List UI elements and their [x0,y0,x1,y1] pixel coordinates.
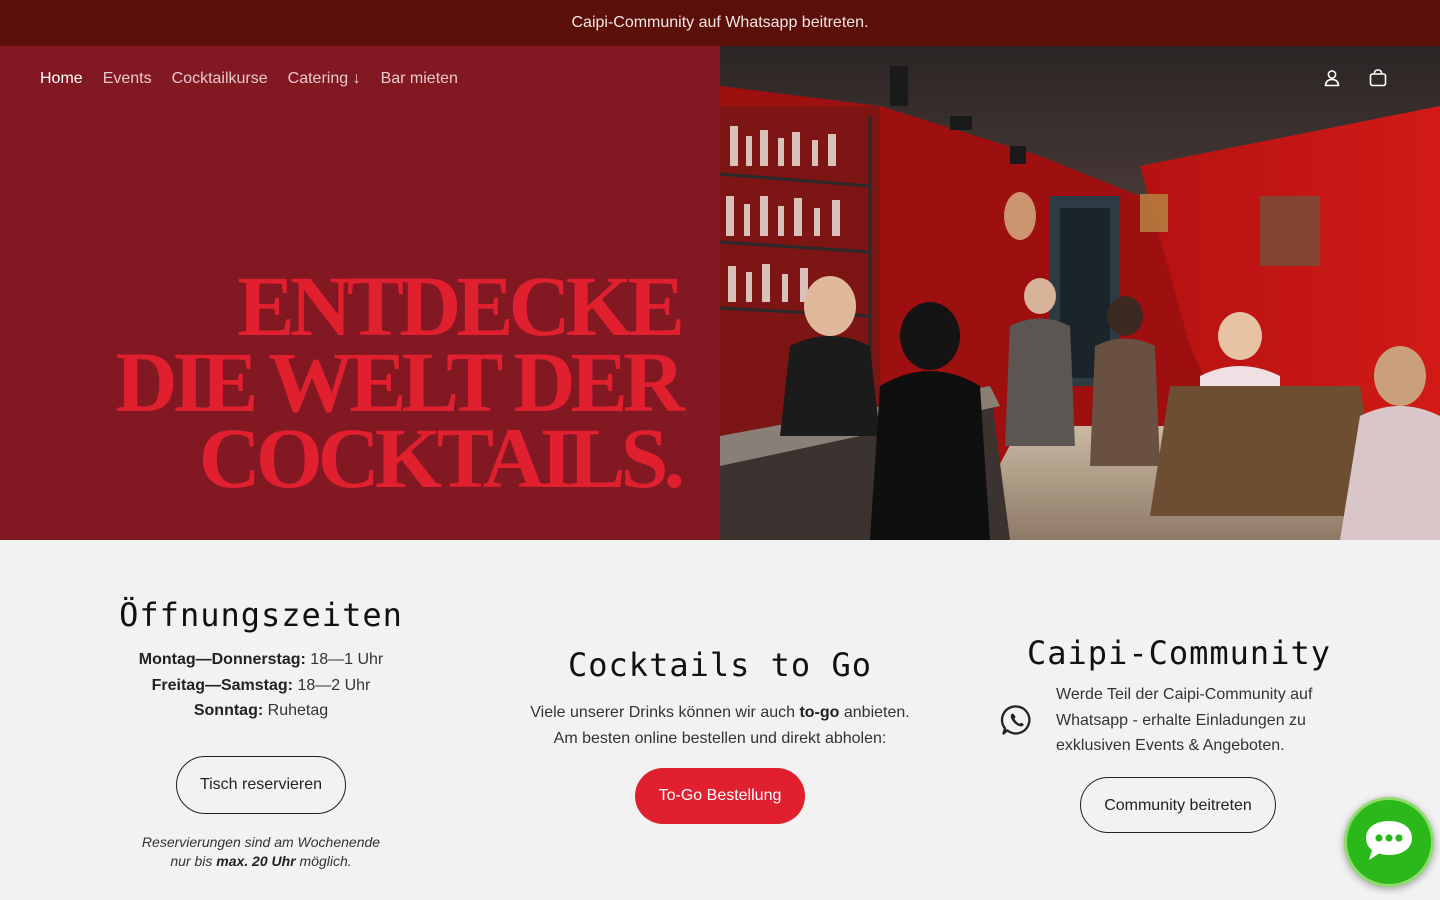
community-title: Caipi-Community [1027,634,1331,672]
reservation-note: Reservierungen sind am Wochenende nur bi… [80,833,442,871]
reserve-table-button[interactable]: Tisch reservieren [175,755,347,814]
reservation-note-prefix: nur bis [170,852,217,869]
hours-label-weekend: Freitag—Samstag: [151,676,293,694]
announcement-bar[interactable]: Caipi-Community auf Whatsapp beitreten. [0,0,1440,46]
togo-text-line2: Am besten online bestellen und direkt ab… [553,729,887,747]
hours-row-weekend: Freitag—Samstag: 18—2 Uhr [80,673,442,699]
headline-line-3: COCKTAILS. [198,410,685,506]
reservation-note-bold: max. 20 Uhr [216,852,296,869]
reservation-note-line2: nur bis max. 20 Uhr möglich. [80,852,442,871]
community-text: Werde Teil der Caipi-Community auf Whats… [1056,682,1356,759]
reservation-note-line1: Reservierungen sind am Wochenende [141,833,381,850]
hero-headline: ENTDECKE DIE WELT DER COCKTAILS. [115,258,685,506]
togo-order-button[interactable]: To-Go Bestellung [634,768,806,824]
community-text-line1: Werde Teil der Caipi-Community auf [1056,686,1313,703]
hero-text-panel: Home Events Cocktailkurse Catering ↓ Bar… [0,46,720,540]
nav-events[interactable]: Events [103,70,152,88]
community-text-line2: Whatsapp - erhalte Einladungen zu [1056,711,1306,729]
hours-value-weekdays: 18—1 Uhr [305,651,384,668]
nav-home[interactable]: Home [40,70,83,88]
nav-bar-mieten[interactable]: Bar mieten [381,70,458,88]
bar-interior-photo [720,46,1440,540]
community-join-button[interactable]: Community beitreten [1080,776,1276,833]
announcement-text[interactable]: Caipi-Community auf Whatsapp beitreten. [571,14,868,32]
main-nav: Home Events Cocktailkurse Catering ↓ Bar… [40,70,458,88]
headline-line-2: DIE WELT DER [115,334,685,430]
togo-text-a: Viele unserer Drinks können wir auch [530,704,800,721]
reservation-note-suffix: möglich. [295,852,352,869]
togo-title: Cocktails to Go [568,646,872,684]
togo-text-bold: to-go [799,704,840,721]
header-icons [1322,68,1388,88]
chat-bubble-icon [1366,821,1412,860]
togo-text-line1: Viele unserer Drinks können wir auch to-… [520,700,920,726]
account-icon[interactable] [1322,68,1342,88]
whatsapp-icon [1000,705,1031,735]
bar-photo-illustration [720,46,1440,540]
togo-section: Cocktails to Go Viele unserer Drinks kön… [520,646,920,824]
hours-label-weekdays: Montag—Donnerstag: [138,651,306,668]
headline-line-1: ENTDECKE [237,258,685,354]
hours-row-sunday: Sonntag: Ruhetag [80,698,442,724]
chat-widget-button[interactable] [1344,797,1434,887]
community-section: Caipi-Community Werde Teil der Caipi-Com… [1000,634,1356,833]
hours-value-sunday: Ruhetag [263,702,329,719]
community-body: Werde Teil der Caipi-Community auf Whats… [1000,682,1356,759]
hero-section: Home Events Cocktailkurse Catering ↓ Bar… [0,46,1440,540]
nav-cocktailkurse[interactable]: Cocktailkurse [172,70,268,88]
hours-row-weekdays: Montag—Donnerstag: 18—1 Uhr [80,647,442,673]
hours-title: Öffnungszeiten [119,596,403,634]
hours-label-sunday: Sonntag: [193,702,264,719]
togo-text-b: anbieten. [839,704,910,721]
hours-value-weekend: 18—2 Uhr [293,676,371,694]
community-text-line3: exklusiven Events & Angeboten. [1056,737,1285,754]
cart-icon[interactable] [1368,68,1388,88]
hours-section: Öffnungszeiten Montag—Donnerstag: 18—1 U… [80,596,442,871]
nav-catering[interactable]: Catering ↓ [288,70,361,88]
